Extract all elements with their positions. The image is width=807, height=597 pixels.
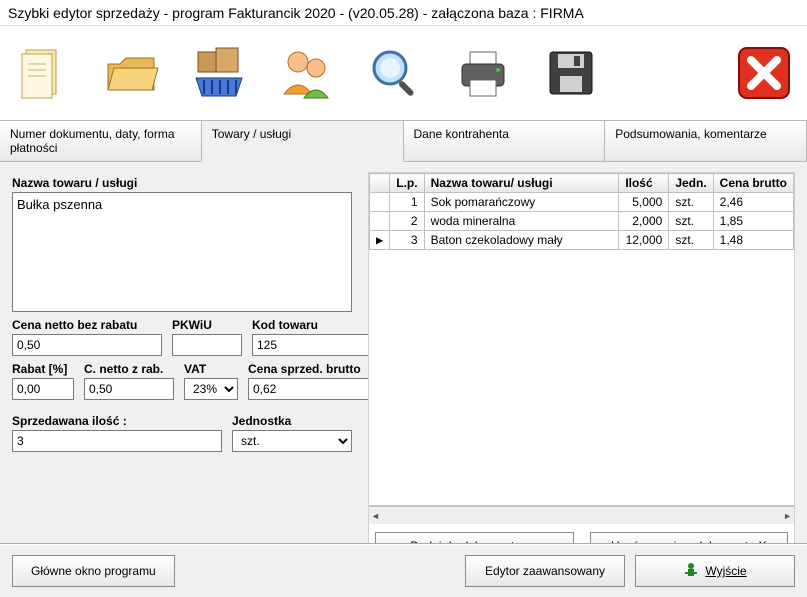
cell-lp: 1 (390, 193, 424, 212)
vat-select[interactable]: 23% (184, 378, 238, 400)
exit-button[interactable]: Wyjście (635, 555, 795, 587)
netto-input[interactable] (12, 334, 162, 356)
vat-label: VAT (184, 362, 238, 376)
rabat-input[interactable] (12, 378, 74, 400)
exit-label: Wyjście (705, 564, 746, 578)
netto-rab-label: C. netto z rab. (84, 362, 174, 376)
cell-brutto: 1,85 (713, 212, 793, 231)
cell-lp: 3 (390, 231, 424, 250)
cell-name: woda mineralna (424, 212, 619, 231)
cell-brutto: 1,48 (713, 231, 793, 250)
cell-unit: szt. (669, 193, 713, 212)
main-window-button[interactable]: Główne okno programu (12, 555, 175, 587)
qty-input[interactable] (12, 430, 222, 452)
row-pointer (370, 193, 390, 212)
product-name-input[interactable]: Bułka pszenna (12, 192, 352, 312)
row-pointer: ▶ (370, 231, 390, 250)
row-pointer (370, 212, 390, 231)
unit-select[interactable]: szt. (232, 430, 352, 452)
col-lp[interactable]: L.p. (390, 174, 424, 193)
cell-brutto: 2,46 (713, 193, 793, 212)
tab-contractor-data[interactable]: Dane kontrahenta (403, 120, 606, 162)
tab-goods-services[interactable]: Towary / usługi (201, 120, 404, 162)
advanced-editor-button[interactable]: Edytor zaawansowany (465, 555, 625, 587)
table-row[interactable]: 1Sok pomarańczowy5,000szt.2,46 (370, 193, 794, 212)
cell-unit: szt. (669, 212, 713, 231)
cell-qty: 5,000 (619, 193, 669, 212)
exit-icon (683, 562, 699, 581)
col-unit[interactable]: Jedn. (669, 174, 713, 193)
cell-unit: szt. (669, 231, 713, 250)
tab-summary-comments[interactable]: Podsumowania, komentarze (604, 120, 807, 162)
table-row[interactable]: ▶3Baton czekoladowy mały12,000szt.1,48 (370, 231, 794, 250)
unit-label: Jednostka (232, 414, 352, 428)
cell-qty: 2,000 (619, 212, 669, 231)
items-table[interactable]: L.p. Nazwa towaru/ usługi Ilość Jedn. Ce… (369, 173, 794, 250)
print-icon[interactable] (448, 38, 518, 108)
search-icon[interactable] (360, 38, 430, 108)
tab-document-number[interactable]: Numer dokumentu, daty, forma płatności (0, 120, 202, 162)
qty-label: Sprzedawana ilość : (12, 414, 222, 428)
window-title: Szybki edytor sprzedaży - program Faktur… (0, 0, 807, 26)
col-name[interactable]: Nazwa towaru/ usługi (424, 174, 619, 193)
pkwiu-label: PKWiU (172, 318, 242, 332)
close-icon[interactable] (729, 38, 799, 108)
folder-icon[interactable] (96, 38, 166, 108)
rabat-label: Rabat [%] (12, 362, 74, 376)
pkwiu-input[interactable] (172, 334, 242, 356)
contractor-icon[interactable] (272, 38, 342, 108)
tab-bar: Numer dokumentu, daty, forma płatności T… (0, 120, 807, 162)
cell-name: Sok pomarańczowy (424, 193, 619, 212)
col-qty[interactable]: Ilość (619, 174, 669, 193)
row-header-blank (370, 174, 390, 193)
cell-qty: 12,000 (619, 231, 669, 250)
netto-label: Cena netto bez rabatu (12, 318, 162, 332)
cell-name: Baton czekoladowy mały (424, 231, 619, 250)
document-icon[interactable] (8, 38, 78, 108)
toolbar (0, 26, 807, 120)
footer-bar: Główne okno programu Edytor zaawansowany… (0, 543, 807, 597)
products-icon[interactable] (184, 38, 254, 108)
save-icon[interactable] (536, 38, 606, 108)
netto-rab-input[interactable] (84, 378, 174, 400)
horizontal-scrollbar[interactable]: ◄► (369, 506, 794, 524)
name-label: Nazwa towaru / usługi (12, 176, 352, 190)
table-row[interactable]: 2woda mineralna2,000szt.1,85 (370, 212, 794, 231)
cell-lp: 2 (390, 212, 424, 231)
col-brutto[interactable]: Cena brutto (713, 174, 793, 193)
